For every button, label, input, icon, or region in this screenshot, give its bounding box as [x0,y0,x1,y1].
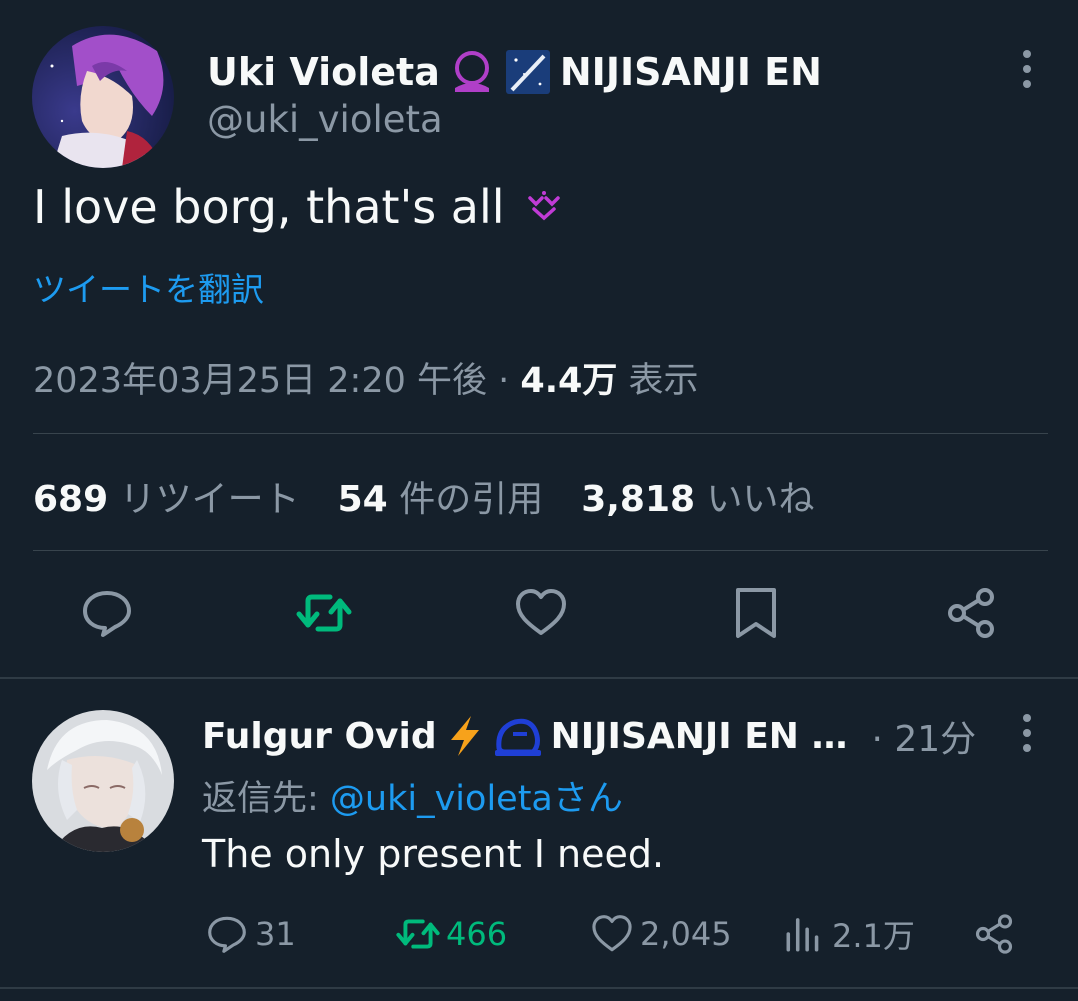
meta-separator: · [487,361,521,401]
reply-icon [208,916,246,953]
retweets-label: リツイート [119,479,300,520]
section-separator [0,677,1078,679]
like-icon [592,915,632,952]
like-icon[interactable] [513,585,569,641]
author-affiliation: NIJISANJI EN [559,50,822,94]
reply-reply-count: 31 [255,915,296,953]
reply-reply-button[interactable]: 31 [205,910,296,958]
tweet-actions [0,585,1078,645]
reply-views-count: 2.1万 [832,917,915,955]
quotes-stat[interactable]: 54 件の引用 [338,470,544,522]
retweet-icon [396,919,440,949]
share-icon[interactable] [943,585,999,641]
reply-text: The only present I need. [202,832,665,876]
reply-to-line: 返信先: @uki_violetaさん [202,770,623,821]
reply-share-button[interactable] [972,910,1016,958]
divider [33,433,1048,434]
reply-to-handle[interactable]: @uki_violetaさん [330,779,623,819]
divider [33,550,1048,551]
tweet-body: I love borg, that's all [33,180,505,234]
reply-to-prefix: 返信先: [202,779,330,819]
translate-tweet-link[interactable]: ツイートを翻訳 [33,263,264,311]
reply-author-affiliation: NIJISANJI EN … [550,715,848,757]
lightning-icon [450,716,479,756]
author-avatar[interactable] [32,26,174,168]
reply-header: Fulgur Ovid NIJISANJI EN … · 21分 [202,708,976,764]
more-options-icon[interactable] [1021,48,1033,92]
retweets-stat[interactable]: 689 リツイート [33,470,300,522]
reply-author-avatar[interactable] [32,710,174,852]
bookmark-icon[interactable] [728,585,784,641]
likes-label: いいね [706,479,815,520]
retweets-count: 689 [33,479,109,520]
likes-count: 3,818 [581,479,696,520]
quotes-label: 件の引用 [399,479,544,520]
reply-author-name[interactable]: Fulgur Ovid [202,716,437,757]
reply-time[interactable]: · 21分 [871,710,976,762]
tweet-timestamp[interactable]: 2023年03月25日 2:20 午後 [33,361,487,401]
quotes-count: 54 [337,479,388,520]
retweet-icon[interactable] [296,585,352,641]
author-name[interactable]: Uki Violeta [207,50,440,94]
reply-like-button[interactable]: 2,045 [590,910,732,958]
reply-icon[interactable] [79,585,135,641]
analytics-icon [786,918,819,952]
section-separator [0,987,1078,989]
tweet-meta: 2023年03月25日 2:20 午後 · 4.4万 表示 [33,352,699,403]
author-name-row[interactable]: Uki Violeta NIJISANJI EN [207,44,822,100]
reply-retweet-count: 466 [446,915,508,953]
author-handle[interactable]: @uki_violeta [207,98,443,141]
share-icon [975,914,1013,954]
likes-stat[interactable]: 3,818 いいね [581,470,814,522]
views-label: 表示 [628,361,699,401]
tweet-text: I love borg, that's all [33,180,561,234]
reply-retweet-button[interactable]: 466 [396,910,507,958]
mech-icon [494,718,541,756]
views-count: 4.4万 [520,361,618,401]
engagement-stats: 689 リツイート 54 件の引用 3,818 いいね [33,470,815,522]
reply-more-options-icon[interactable] [1021,712,1033,756]
reply-like-count: 2,045 [640,915,732,953]
reply-views-button[interactable]: 2.1万 [782,910,915,958]
night-sky-icon [505,50,550,94]
sparkle-hearts-emoji-icon [527,191,560,221]
crystal-ball-icon [454,51,489,92]
